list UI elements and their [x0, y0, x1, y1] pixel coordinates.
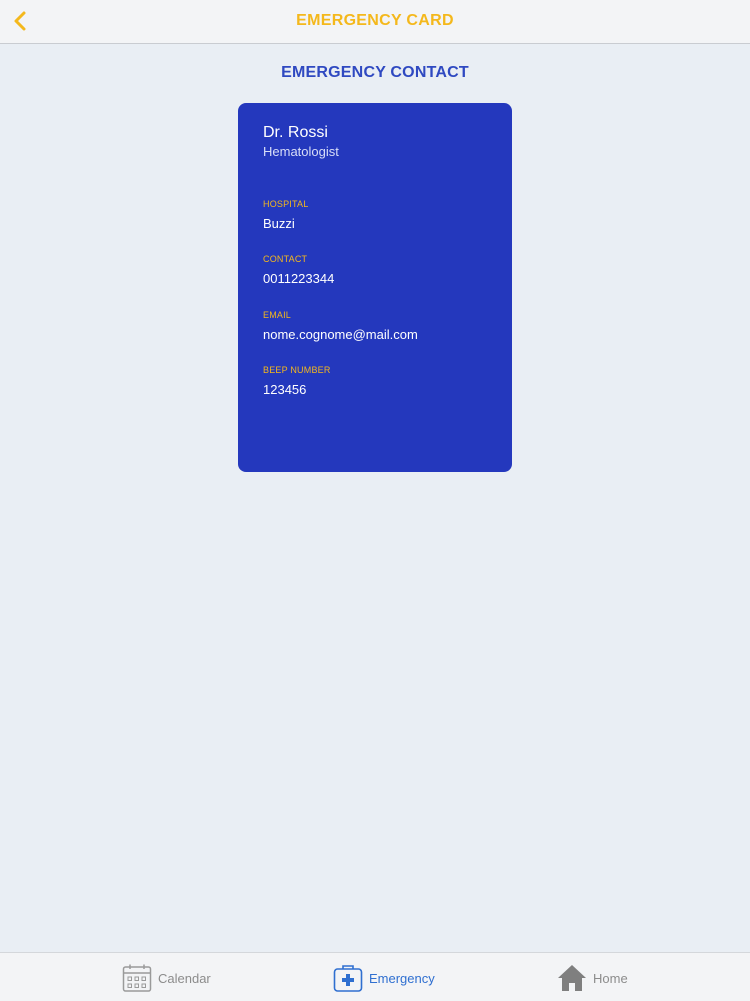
nav-bar: EMERGENCY CARD: [0, 0, 750, 44]
beep-number-label: BEEP NUMBER: [263, 365, 331, 375]
tab-calendar[interactable]: Calendar: [122, 962, 211, 994]
contact-label: CONTACT: [263, 254, 308, 264]
section-title: EMERGENCY CONTACT: [281, 64, 469, 81]
tab-bar: Calendar Emergency Home: [0, 952, 750, 1001]
contact-role: Hematologist: [263, 144, 339, 159]
page-title: EMERGENCY CARD: [296, 12, 454, 29]
email-value: nome.cognome@mail.com: [263, 327, 418, 342]
tab-emergency-label: Emergency: [369, 970, 435, 986]
home-icon: [558, 965, 586, 991]
tab-home[interactable]: Home: [557, 962, 628, 994]
hospital-value: Buzzi: [263, 216, 295, 231]
emergency-contact-card: Dr. Rossi Hematologist HOSPITAL Buzzi CO…: [238, 103, 512, 472]
tab-emergency[interactable]: Emergency: [333, 962, 435, 994]
contact-name: Dr. Rossi: [263, 124, 328, 141]
tab-home-label: Home: [593, 970, 628, 986]
calendar-icon: [122, 964, 152, 992]
email-label: EMAIL: [263, 310, 292, 320]
hospital-label: HOSPITAL: [263, 199, 309, 209]
medical-kit-icon: [333, 965, 363, 992]
tab-calendar-label: Calendar: [158, 970, 211, 986]
contact-value: 0011223344: [263, 271, 335, 286]
beep-number-value: 123456: [263, 382, 307, 397]
